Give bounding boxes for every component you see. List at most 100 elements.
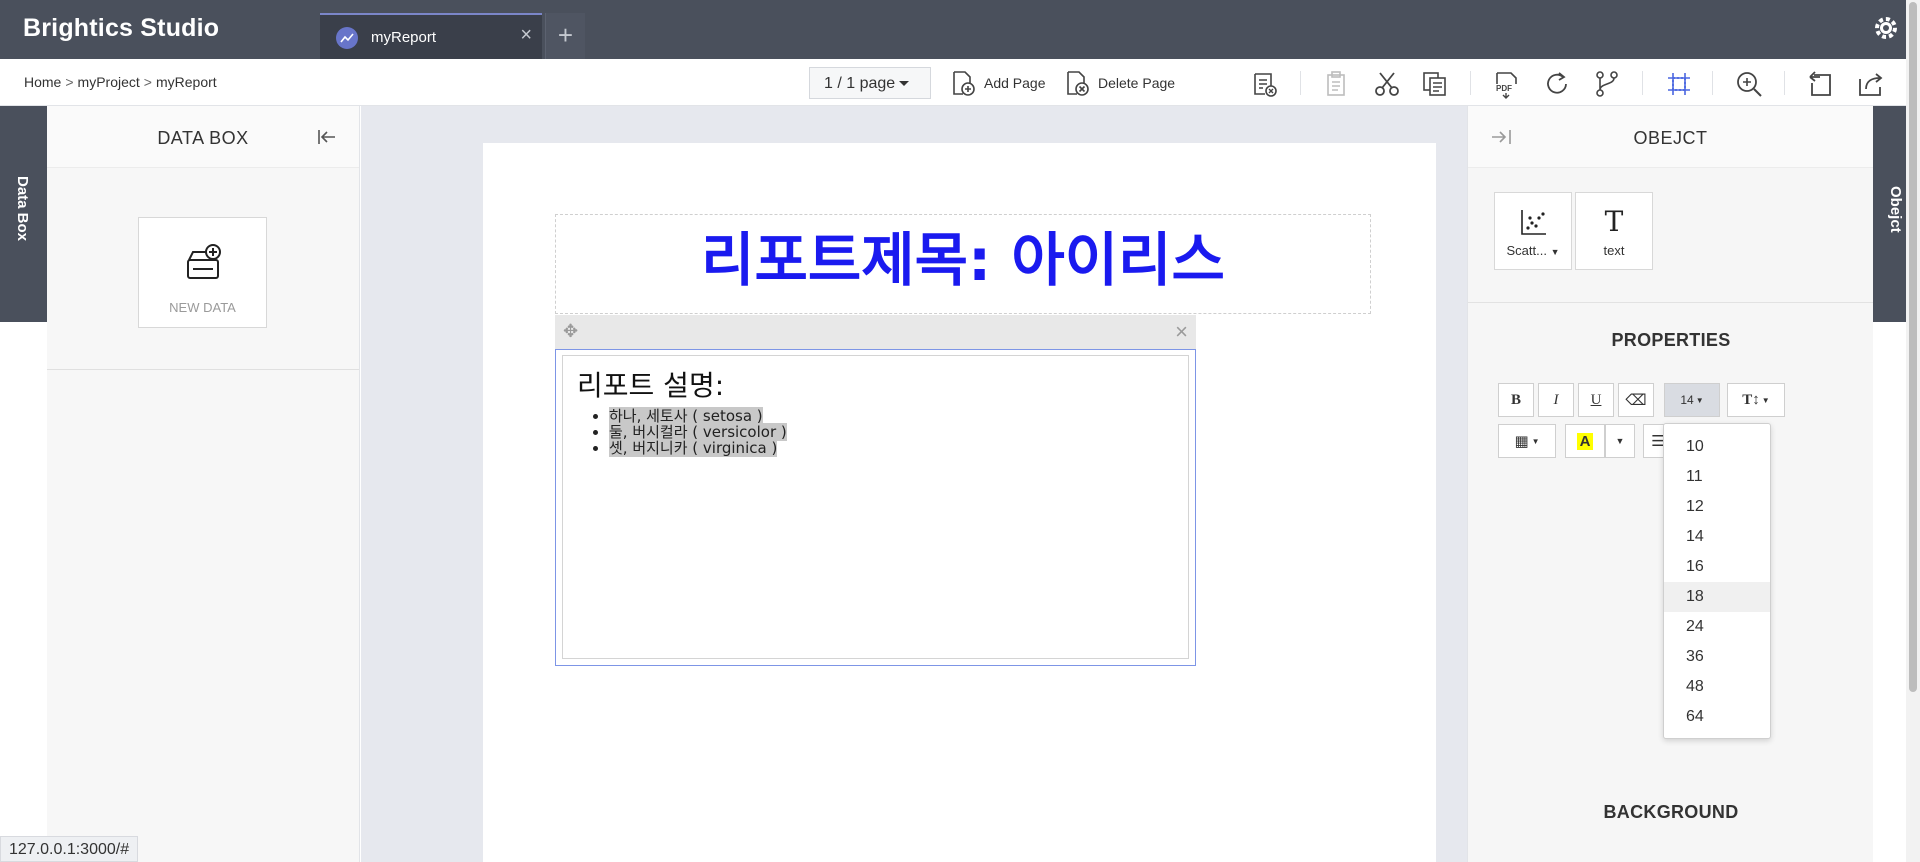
caret-down-icon: ▼ [1615, 436, 1625, 446]
report-page[interactable]: 리포트제목: 아이리스 ✥ × 리포트 설명: 하나, 세토사 ( setosa… [483, 143, 1436, 862]
toolbar-divider [1784, 71, 1785, 95]
caret-down-icon[interactable]: ▼ [1551, 247, 1560, 257]
pdf-export-icon[interactable]: PDF [1492, 69, 1522, 99]
data-box-tab-label: Data Box [14, 176, 31, 242]
divider [1468, 302, 1874, 303]
app-brand: Brightics Studio [23, 14, 220, 42]
toolbar-divider [1470, 71, 1471, 95]
italic-button[interactable]: I [1538, 383, 1574, 417]
font-size-option-64[interactable]: 64 [1664, 702, 1770, 732]
breadcrumb: Home > myProject > myReport [24, 74, 217, 90]
data-box-panel: DATA BOX NEW DATA [47, 106, 360, 862]
scatter-chart-icon [1521, 210, 1546, 235]
text-object-card[interactable]: T text [1575, 192, 1653, 270]
chevron-right-icon: > [143, 74, 152, 90]
report-delete-icon[interactable] [1250, 69, 1280, 99]
font-size-option-18[interactable]: 18 [1664, 582, 1770, 612]
add-database-icon [187, 244, 221, 279]
font-size-option-11[interactable]: 11 [1664, 462, 1770, 492]
caret-down-icon [899, 81, 910, 87]
report-title[interactable]: 리포트제목: 아이리스 [556, 215, 1370, 305]
list-item: 셋, 버지니카 ( virginica ) [609, 439, 1174, 457]
toolbar-divider [1300, 71, 1301, 95]
text-height-icon: T↕ [1742, 391, 1760, 408]
font-size-option-36[interactable]: 36 [1664, 642, 1770, 672]
text-object-handle[interactable]: ✥ × [555, 315, 1196, 349]
chart-line-icon [336, 27, 358, 49]
scatter-object-card[interactable]: Scatt... ▼ [1494, 192, 1572, 270]
caret-down-icon: ▼ [1531, 436, 1540, 446]
report-canvas: 리포트제목: 아이리스 ✥ × 리포트 설명: 하나, 세토사 ( setosa… [361, 106, 1467, 862]
window-scrollbar[interactable] [1906, 0, 1920, 862]
top-bar: Brightics Studio myReport × + [0, 0, 1920, 59]
copy-icon[interactable] [1420, 69, 1450, 99]
undo-icon[interactable] [1806, 69, 1836, 99]
eraser-icon: ⌫ [1625, 392, 1647, 409]
line-height-button[interactable]: T↕ ▼ [1727, 383, 1785, 417]
properties-title: PROPERTIES [1611, 330, 1731, 350]
divider [47, 369, 359, 370]
add-tab-button[interactable]: + [545, 13, 585, 59]
move-icon[interactable]: ✥ [563, 321, 578, 342]
delete-page-label: Delete Page [1098, 75, 1176, 91]
object-tab-label: Obejct [1887, 186, 1904, 233]
highlight-color-dropdown[interactable]: ▼ [1605, 424, 1635, 458]
description-heading: 리포트 설명: [577, 369, 725, 402]
toolbar-divider [1642, 71, 1643, 95]
highlight-button[interactable]: A [1565, 424, 1605, 458]
refresh-icon[interactable] [1542, 69, 1572, 99]
delete-page-button[interactable]: Delete Page [1064, 67, 1175, 99]
paste-icon[interactable] [1322, 69, 1352, 99]
branch-icon[interactable] [1592, 69, 1622, 99]
font-size-option-48[interactable]: 48 [1664, 672, 1770, 702]
fit-frame-icon[interactable] [1664, 69, 1694, 99]
data-box-side-tab[interactable]: Data Box [0, 106, 47, 322]
gear-icon[interactable] [1872, 14, 1900, 42]
new-data-button[interactable]: NEW DATA [138, 217, 267, 328]
add-page-label: Add Page [984, 75, 1046, 91]
font-size-button[interactable]: 14 ▼ [1664, 383, 1720, 417]
eraser-button[interactable]: ⌫ [1618, 383, 1654, 417]
toolbar-divider [1712, 71, 1713, 95]
breadcrumb-home[interactable]: Home [24, 74, 61, 90]
report-title-box[interactable]: 리포트제목: 아이리스 [555, 214, 1371, 314]
collapse-left-icon[interactable] [317, 128, 337, 146]
text-object-label: text [1603, 243, 1625, 258]
font-size-option-24[interactable]: 24 [1664, 612, 1770, 642]
tab-label: myReport [371, 29, 437, 46]
page-indicator: 1 / 1 page [824, 75, 896, 92]
object-panel-header: OBEJCT [1468, 106, 1873, 168]
bold-button[interactable]: B [1498, 383, 1534, 417]
font-size-option-10[interactable]: 10 [1664, 432, 1770, 462]
tab-myreport[interactable]: myReport × [320, 13, 542, 59]
font-size-dropdown: 10 11 12 14 16 18 24 36 48 64 [1663, 423, 1771, 739]
zoom-in-icon[interactable] [1734, 69, 1764, 99]
font-size-option-12[interactable]: 12 [1664, 492, 1770, 522]
cut-icon[interactable] [1372, 69, 1402, 99]
report-toolbar: Home > myProject > myReport 1 / 1 page Add P… [0, 59, 1920, 106]
close-icon[interactable]: × [520, 25, 532, 45]
font-size-value: 14 [1680, 393, 1694, 407]
data-box-header: DATA BOX [47, 106, 359, 168]
page-selector[interactable]: 1 / 1 page [809, 67, 931, 99]
share-icon[interactable] [1856, 69, 1886, 99]
list-item: 둘, 버시컬라 ( versicolor ) [609, 423, 1174, 441]
species-list: 하나, 세토사 ( setosa ) 둘, 버시컬라 ( versicolor … [609, 407, 1174, 457]
font-size-option-16[interactable]: 16 [1664, 552, 1770, 582]
text-type-icon: T [1604, 205, 1624, 238]
close-icon[interactable]: × [1175, 319, 1188, 345]
underline-button[interactable]: U [1578, 383, 1614, 417]
svg-text:PDF: PDF [1496, 84, 1512, 93]
scatter-object-label: Scatt... ▼ [1506, 243, 1560, 258]
scrollbar-thumb[interactable] [1909, 2, 1917, 692]
text-editor[interactable]: 리포트 설명: 하나, 세토사 ( setosa ) 둘, 버시컬라 ( ver… [562, 355, 1189, 659]
chevron-right-icon: > [65, 74, 74, 90]
text-object[interactable]: 리포트 설명: 하나, 세토사 ( setosa ) 둘, 버시컬라 ( ver… [555, 349, 1196, 666]
list-item: 하나, 세토사 ( setosa ) [609, 407, 1174, 425]
breadcrumb-project[interactable]: myProject [78, 74, 140, 90]
font-size-option-14[interactable]: 14 [1664, 522, 1770, 552]
add-page-button[interactable]: Add Page [950, 67, 1046, 99]
breadcrumb-report[interactable]: myReport [156, 74, 217, 90]
caret-down-icon: ▼ [1695, 395, 1704, 405]
table-button[interactable]: ▦ ▼ [1498, 424, 1556, 458]
